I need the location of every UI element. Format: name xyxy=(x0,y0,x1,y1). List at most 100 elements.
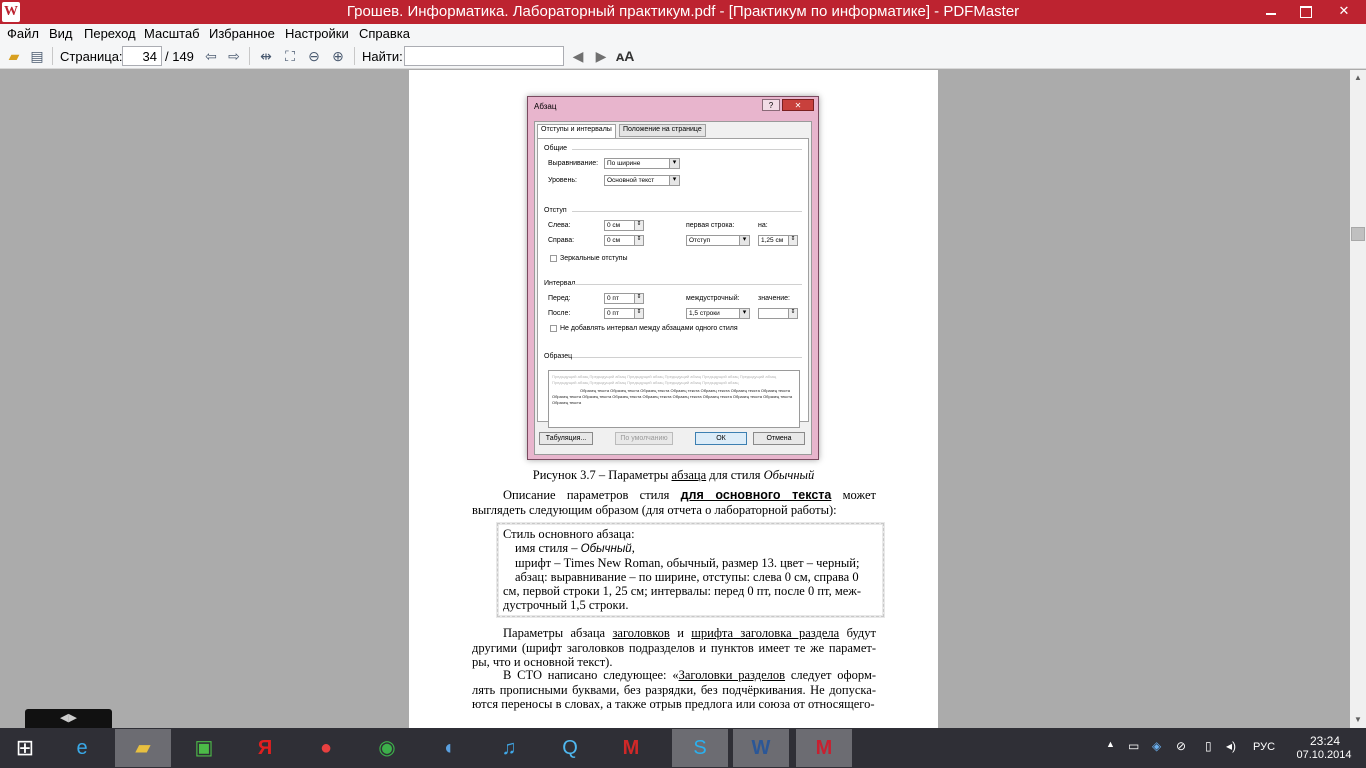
menu-help[interactable]: Справка xyxy=(359,26,410,41)
paragraph-dialog-figure: Абзац ? ✕ Отступы и интервалы Положение … xyxy=(527,96,819,460)
mirror-checkbox xyxy=(550,255,557,262)
general-section: Общие xyxy=(544,145,568,152)
para2-text-b: и xyxy=(669,626,692,640)
tab-page-position: Положение на странице xyxy=(619,124,706,137)
next-page-icon[interactable]: ⇨ xyxy=(225,47,243,65)
maximize-button[interactable] xyxy=(1288,0,1322,22)
zoom-out-icon[interactable]: ⊖ xyxy=(305,47,323,65)
para1-text-a: Описание параметров стиля xyxy=(503,488,681,502)
title-bar: W Грошев. Информатика. Лабораторный прак… xyxy=(0,0,1366,24)
pdfmaster-icon[interactable]: M xyxy=(796,729,852,767)
menu-view[interactable]: Вид xyxy=(49,26,73,41)
match-case-icon[interactable]: ᴀA xyxy=(616,47,634,65)
right-indent-label: Справа: xyxy=(548,237,575,244)
document-viewport[interactable]: Абзац ? ✕ Отступы и интервалы Положение … xyxy=(0,70,1350,728)
style-box-line: абзац: выравнивание – по ширине, отступы… xyxy=(515,570,859,584)
network-icon[interactable]: ⊘ xyxy=(1176,739,1186,753)
help-icon: ? xyxy=(762,99,780,111)
scroll-up-icon[interactable]: ▲ xyxy=(1350,70,1366,86)
itunes-icon[interactable]: ♫ xyxy=(481,729,537,767)
para1-link[interactable]: для основного текста xyxy=(681,488,832,502)
find-label: Найти: xyxy=(362,49,403,64)
toolbar-separator xyxy=(354,47,355,65)
no-space-checkbox xyxy=(550,325,557,332)
paragraph-2: Параметры абзаца заголовков и шрифта заг… xyxy=(472,626,876,670)
pdf-page: Абзац ? ✕ Отступы и интервалы Положение … xyxy=(409,70,938,728)
style-box-line: см, первой строки 1, 25 см; интервалы: п… xyxy=(503,584,862,598)
default-button: По умолчанию xyxy=(615,432,673,445)
style-box-line: шрифт – Times New Roman, обычный, размер… xyxy=(515,556,860,570)
divider xyxy=(572,149,802,150)
first-line-select: Отступ xyxy=(686,235,750,246)
ok-button: ОК xyxy=(695,432,747,445)
divider xyxy=(572,284,802,285)
by-spinner: 1,25 см xyxy=(758,235,798,246)
volume-icon[interactable]: ◂) xyxy=(1226,739,1236,753)
figure-caption: Рисунок 3.7 – Параметры абзаца для стиля… xyxy=(409,468,938,483)
internet-explorer-icon[interactable]: e xyxy=(54,729,110,767)
menu-favorites[interactable]: Избранное xyxy=(209,26,275,41)
caption-link[interactable]: абзаца xyxy=(672,468,707,482)
scroll-down-icon[interactable]: ▼ xyxy=(1350,712,1366,728)
fit-page-icon[interactable]: ⛶ xyxy=(281,47,299,65)
open-folder-icon[interactable]: ▰ xyxy=(5,47,23,65)
vertical-scrollbar[interactable]: ▲ ▼ xyxy=(1350,70,1366,728)
clock-time[interactable]: 23:24 xyxy=(1300,734,1350,748)
sample-section: Образец xyxy=(544,353,573,360)
close-button[interactable]: ✕ xyxy=(1322,0,1366,22)
page-label: Страница: xyxy=(60,49,123,64)
zoom-in-icon[interactable]: ⊕ xyxy=(329,47,347,65)
battery-icon[interactable]: ▯ xyxy=(1205,739,1212,753)
yandex-browser-icon[interactable]: Я xyxy=(237,729,293,767)
para3-link[interactable]: Заголовки разделов xyxy=(679,668,785,682)
style-box-line: имя стиля – Обычный, xyxy=(515,541,635,556)
tab-indents: Отступы и интервалы xyxy=(537,124,616,138)
language-indicator[interactable]: РУС xyxy=(1253,741,1275,753)
speaker-app-icon[interactable]: ◖ xyxy=(420,729,476,767)
action-center-icon[interactable]: ▭ xyxy=(1128,739,1139,753)
skype-icon[interactable]: S xyxy=(672,729,728,767)
page-nav-widget[interactable]: ◀▶ xyxy=(25,709,112,728)
spacing-section: Интервал xyxy=(544,280,576,287)
caption-style-name: Обычный xyxy=(763,468,815,482)
left-indent-spinner: 0 см xyxy=(604,220,644,231)
after-spinner: 0 пт xyxy=(604,308,644,319)
word-icon[interactable]: W xyxy=(733,729,789,767)
para2-link-headings[interactable]: заголовков xyxy=(612,626,669,640)
find-previous-icon[interactable]: ◀ xyxy=(569,47,587,65)
fit-width-icon[interactable]: ⇹ xyxy=(257,47,275,65)
file-explorer-icon[interactable]: ▰ xyxy=(115,729,171,767)
clock-date[interactable]: 07.10.2014 xyxy=(1290,749,1358,761)
cancel-button: Отмена xyxy=(753,432,805,445)
print-icon[interactable]: ▤ xyxy=(28,47,46,65)
scroll-thumb[interactable] xyxy=(1351,227,1365,241)
find-input[interactable] xyxy=(404,46,564,66)
alignment-label: Выравнивание: xyxy=(548,160,599,167)
menu-go[interactable]: Переход xyxy=(84,26,136,41)
sample-preview: Предыдущий абзац Предыдущий абзац Предыд… xyxy=(548,370,800,428)
minimize-button[interactable] xyxy=(1254,0,1288,22)
right-indent-spinner: 0 см xyxy=(604,235,644,246)
taskbar: ⊞ e ▰ ▣ Я ● ◉ ◖ ♫ Q M S W M ▲ ▭ ◈ ⊘ ▯ ◂)… xyxy=(0,728,1366,768)
menu-zoom[interactable]: Масштаб xyxy=(144,26,200,41)
store-icon[interactable]: ▣ xyxy=(176,729,232,767)
mcafee-icon[interactable]: M xyxy=(603,729,659,767)
page-number-input[interactable] xyxy=(122,46,162,66)
media-player-icon[interactable]: ● xyxy=(298,729,354,767)
nav-arrows-icon[interactable]: ◀▶ xyxy=(60,712,77,724)
value-label: значение: xyxy=(758,295,790,302)
dropbox-icon[interactable]: ◈ xyxy=(1152,739,1161,753)
find-next-icon[interactable]: ▶ xyxy=(592,47,610,65)
menu-settings[interactable]: Настройки xyxy=(285,26,349,41)
chrome-icon[interactable]: ◉ xyxy=(359,729,415,767)
para2-link-font[interactable]: шрифта заголовка раздела xyxy=(691,626,839,640)
quicktime-icon[interactable]: Q xyxy=(542,729,598,767)
menu-file[interactable]: Файл xyxy=(7,26,39,41)
previous-page-icon[interactable]: ⇦ xyxy=(202,47,220,65)
style-name-value: Обычный xyxy=(580,543,632,555)
dialog-title: Абзац xyxy=(534,102,557,111)
menu-bar: Файл Вид Переход Масштаб Избранное Настр… xyxy=(0,24,1366,43)
style-name-prefix: имя стиля – xyxy=(515,541,581,555)
start-button[interactable]: ⊞ xyxy=(0,729,50,767)
tray-chevron-icon[interactable]: ▲ xyxy=(1106,739,1115,749)
